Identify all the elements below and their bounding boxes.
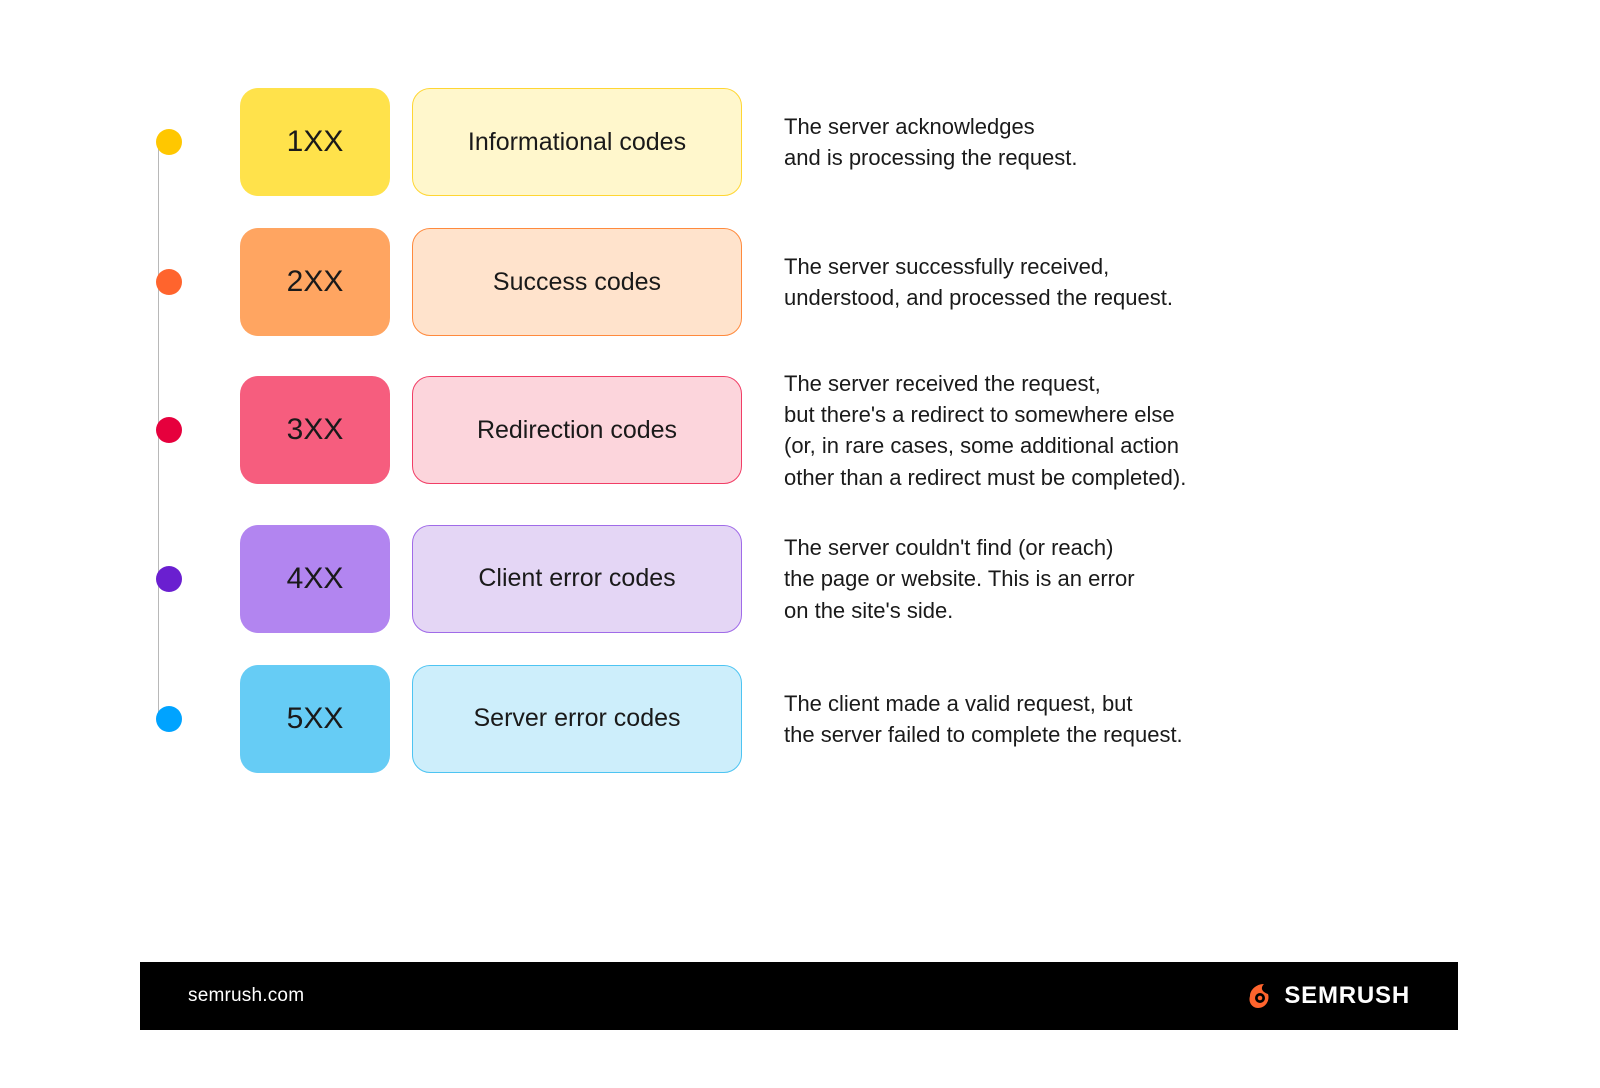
status-code-text: 5XX: [287, 702, 344, 736]
status-description: The server acknowledges and is processin…: [784, 111, 1078, 173]
footer-url: semrush.com: [188, 985, 304, 1007]
status-label-box: Client error codes: [412, 525, 742, 633]
status-description: The client made a valid request, but the…: [784, 688, 1183, 750]
status-row-3xx: 3XX Redirection codes The server receive…: [150, 368, 1458, 493]
status-description: The server successfully received, unders…: [784, 251, 1173, 313]
timeline-dot: [156, 417, 182, 443]
status-label-box: Informational codes: [412, 88, 742, 196]
status-code-text: 1XX: [287, 125, 344, 159]
status-description: The server received the request, but the…: [784, 368, 1186, 493]
status-code-box: 5XX: [240, 665, 390, 773]
status-code-box: 4XX: [240, 525, 390, 633]
brand-name: SEMRUSH: [1284, 982, 1410, 1010]
brand-logo: SEMRUSH: [1242, 980, 1410, 1012]
status-row-2xx: 2XX Success codes The server successfull…: [150, 228, 1458, 336]
status-code-box: 2XX: [240, 228, 390, 336]
status-row-4xx: 4XX Client error codes The server couldn…: [150, 525, 1458, 633]
timeline-dot: [156, 706, 182, 732]
status-code-text: 2XX: [287, 265, 344, 299]
status-description: The server couldn't find (or reach) the …: [784, 532, 1135, 626]
status-label-box: Success codes: [412, 228, 742, 336]
infographic-frame: 1XX Informational codes The server ackno…: [140, 30, 1458, 1030]
timeline-dot: [156, 566, 182, 592]
status-label-text: Informational codes: [468, 128, 686, 157]
status-code-box: 3XX: [240, 376, 390, 484]
status-label-box: Server error codes: [412, 665, 742, 773]
status-row-1xx: 1XX Informational codes The server ackno…: [150, 88, 1458, 196]
timeline-dot: [156, 129, 182, 155]
status-label-text: Server error codes: [473, 704, 680, 733]
timeline-dot: [156, 269, 182, 295]
status-code-text: 3XX: [287, 413, 344, 447]
status-code-text: 4XX: [287, 562, 344, 596]
footer-bar: semrush.com SEMRUSH: [140, 962, 1458, 1030]
fire-icon: [1242, 980, 1274, 1012]
status-label-text: Redirection codes: [477, 416, 677, 445]
status-code-box: 1XX: [240, 88, 390, 196]
status-row-5xx: 5XX Server error codes The client made a…: [150, 665, 1458, 773]
status-label-text: Success codes: [493, 268, 661, 297]
status-label-text: Client error codes: [478, 564, 675, 593]
rows-container: 1XX Informational codes The server ackno…: [140, 88, 1458, 773]
status-label-box: Redirection codes: [412, 376, 742, 484]
